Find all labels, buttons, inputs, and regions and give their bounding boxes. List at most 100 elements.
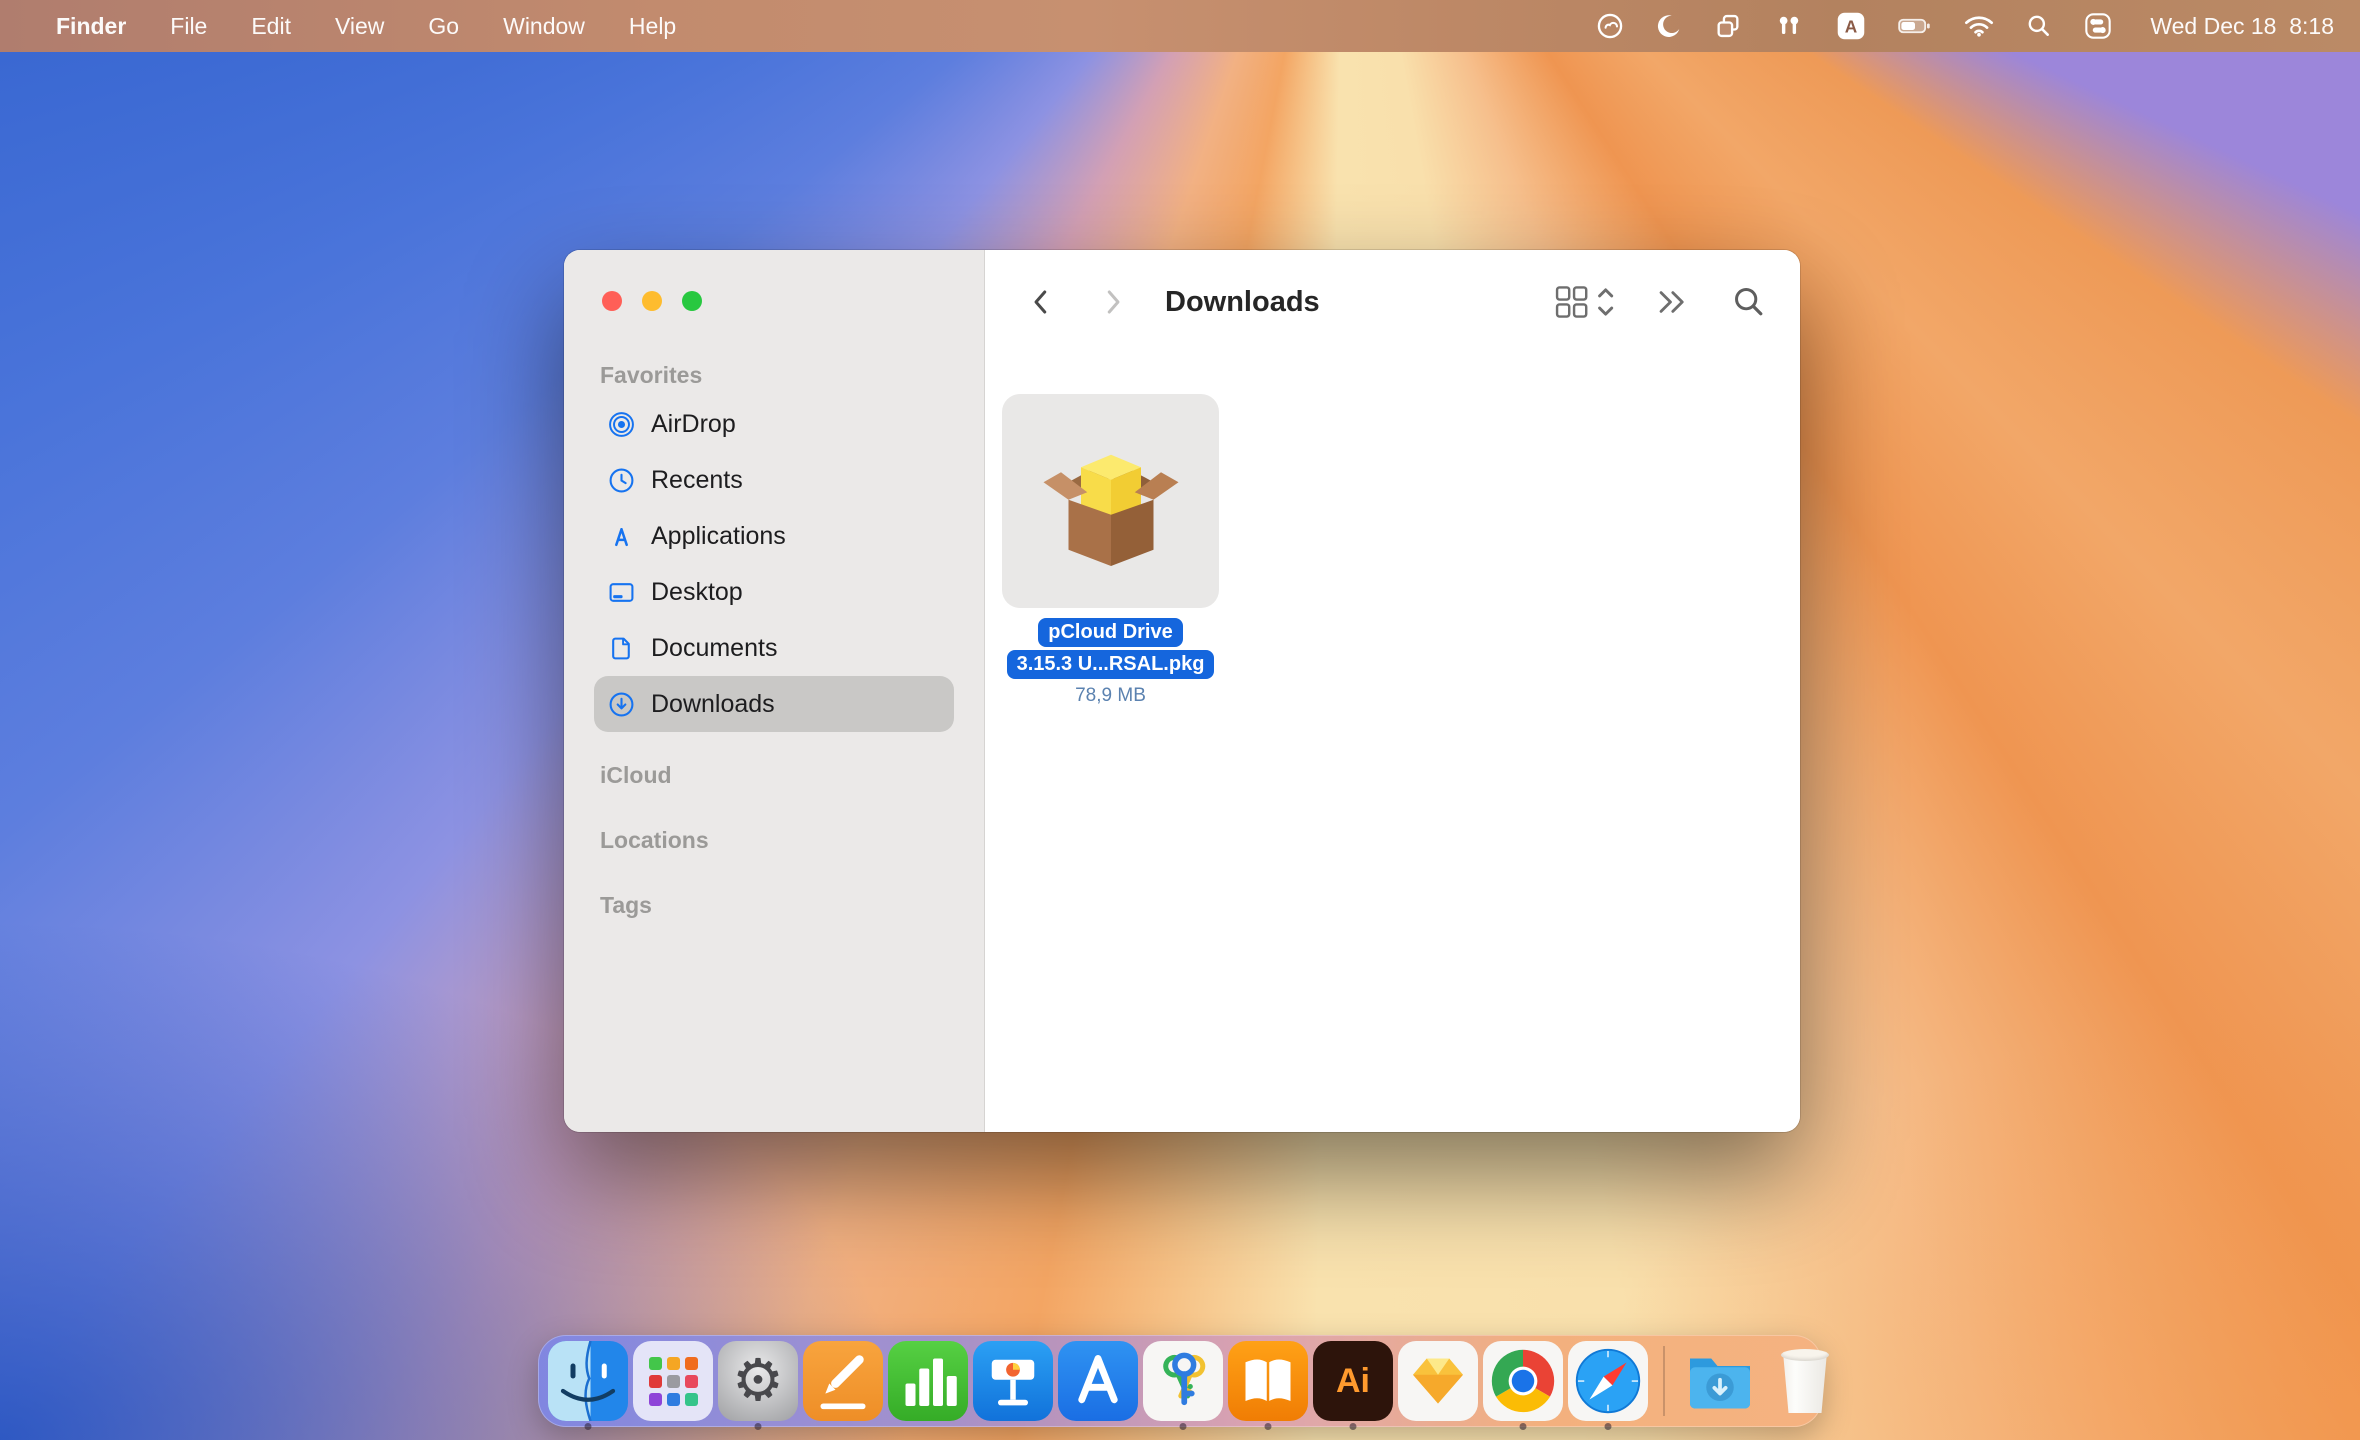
dock-item-illustrator[interactable]: Ai xyxy=(1313,1341,1393,1421)
finder-content: Downloads xyxy=(985,250,1800,1132)
sidebar-item-label: Downloads xyxy=(651,690,775,719)
close-button[interactable] xyxy=(602,291,622,311)
books-icon xyxy=(1228,1341,1308,1421)
safari-compass-icon xyxy=(1568,1341,1648,1421)
sidebar-item-label: Desktop xyxy=(651,578,743,607)
input-source-icon[interactable]: A xyxy=(1836,11,1866,41)
dock-item-sketch[interactable] xyxy=(1398,1341,1478,1421)
sidebar-item-recents[interactable]: Recents xyxy=(594,452,954,508)
menu-item-window[interactable]: Window xyxy=(481,13,607,40)
app-store-icon xyxy=(1058,1341,1138,1421)
dock-item-pages[interactable] xyxy=(803,1341,883,1421)
icon-view-area: pCloud Drive 3.15.3 U...RSAL.pkg 78,9 MB xyxy=(985,354,1800,1132)
finder-window: Favorites AirDrop Recents Applications D… xyxy=(564,250,1800,1132)
spotlight-search-icon[interactable] xyxy=(2026,13,2052,39)
window-layers-icon[interactable] xyxy=(1714,12,1742,40)
menu-item-view[interactable]: View xyxy=(313,13,406,40)
focus-moon-icon[interactable] xyxy=(1656,13,1682,39)
sidebar-item-airdrop[interactable]: AirDrop xyxy=(594,396,954,452)
airdrop-icon xyxy=(608,411,635,438)
menu-item-finder[interactable]: Finder xyxy=(34,13,148,40)
dock-item-chrome[interactable] xyxy=(1483,1341,1563,1421)
keynote-podium-icon xyxy=(973,1341,1053,1421)
finder-icon xyxy=(548,1341,628,1421)
menu-item-go[interactable]: Go xyxy=(406,13,481,40)
creative-cloud-icon[interactable] xyxy=(1596,12,1624,40)
desktop-icon xyxy=(608,579,635,606)
sidebar-item-label: AirDrop xyxy=(651,410,736,439)
sidebar-item-downloads[interactable]: Downloads xyxy=(594,676,954,732)
file-name-line1: pCloud Drive xyxy=(1038,618,1182,647)
more-toolbar-items-button[interactable] xyxy=(1654,287,1694,317)
menu-left: Finder File Edit View Go Window Help xyxy=(26,13,698,40)
sidebar-item-label: Recents xyxy=(651,466,743,495)
search-icon[interactable] xyxy=(1732,285,1766,319)
menu-status-area: A Wed Dec 18 8:18 xyxy=(1596,11,2334,41)
sidebar-item-label: Applications xyxy=(651,522,786,551)
download-circle-icon xyxy=(608,691,635,718)
input-source-letter: A xyxy=(1845,16,1858,36)
dock-item-launchpad[interactable] xyxy=(633,1341,713,1421)
dock-item-downloads-folder[interactable] xyxy=(1680,1341,1760,1421)
package-icon xyxy=(1036,426,1186,576)
dock-item-keynote[interactable] xyxy=(973,1341,1053,1421)
file-name-label: pCloud Drive 3.15.3 U...RSAL.pkg xyxy=(1002,618,1219,679)
menu-item-file[interactable]: File xyxy=(148,13,229,40)
locations-section-label[interactable]: Locations xyxy=(600,827,709,854)
app-store-a-icon xyxy=(608,523,635,550)
dock-item-safari[interactable] xyxy=(1568,1341,1648,1421)
illustrator-label: Ai xyxy=(1336,1362,1370,1401)
minimize-button[interactable] xyxy=(642,291,662,311)
sidebar-item-label: Documents xyxy=(651,634,777,663)
dock-item-numbers[interactable] xyxy=(888,1341,968,1421)
illustrator-icon: Ai xyxy=(1313,1341,1393,1421)
menu-item-edit[interactable]: Edit xyxy=(229,13,313,40)
dock-item-finder[interactable] xyxy=(548,1341,628,1421)
view-mode-button[interactable] xyxy=(1554,285,1616,319)
icloud-section-label[interactable]: iCloud xyxy=(600,762,672,789)
numbers-barchart-icon xyxy=(888,1341,968,1421)
finder-toolbar: Downloads xyxy=(985,250,1800,354)
traffic-lights xyxy=(602,291,702,311)
file-item-pcloud-pkg[interactable]: pCloud Drive 3.15.3 U...RSAL.pkg 78,9 MB xyxy=(1002,394,1219,707)
favorites-section-label: Favorites xyxy=(600,362,702,389)
pages-pen-icon xyxy=(803,1341,883,1421)
dock-divider xyxy=(1663,1346,1665,1416)
launchpad-icon xyxy=(633,1341,713,1421)
sidebar-item-desktop[interactable]: Desktop xyxy=(594,564,954,620)
dock: ⚙ xyxy=(538,1335,1822,1427)
sidebar-item-documents[interactable]: Documents xyxy=(594,620,954,676)
sidebar-item-applications[interactable]: Applications xyxy=(594,508,954,564)
finder-sidebar: Favorites AirDrop Recents Applications D… xyxy=(564,250,985,1132)
sketch-diamond-icon xyxy=(1398,1341,1478,1421)
file-thumbnail[interactable] xyxy=(1002,394,1219,608)
menu-bar: Finder File Edit View Go Window Help A xyxy=(0,0,2360,52)
dock-item-passwords[interactable] xyxy=(1143,1341,1223,1421)
airpods-icon[interactable] xyxy=(1774,12,1804,40)
back-button[interactable] xyxy=(1019,280,1063,324)
toolbar-right xyxy=(1554,285,1766,319)
window-title: Downloads xyxy=(1165,286,1320,319)
keychain-keys-icon xyxy=(1143,1341,1223,1421)
chrome-icon xyxy=(1483,1341,1563,1421)
battery-icon[interactable] xyxy=(1898,15,1932,37)
document-icon xyxy=(608,635,635,662)
favorites-list: AirDrop Recents Applications Desktop Doc… xyxy=(594,396,954,732)
dock-item-app-store[interactable] xyxy=(1058,1341,1138,1421)
file-name-line2: 3.15.3 U...RSAL.pkg xyxy=(1007,650,1215,679)
gear-icon: ⚙ xyxy=(718,1341,798,1421)
tags-section-label[interactable]: Tags xyxy=(600,892,652,919)
menu-clock[interactable]: Wed Dec 18 8:18 xyxy=(2150,13,2334,40)
control-center-icon[interactable] xyxy=(2084,12,2112,40)
zoom-button[interactable] xyxy=(682,291,702,311)
clock-icon xyxy=(608,467,635,494)
wifi-icon[interactable] xyxy=(1964,14,1994,38)
dock-item-system-settings[interactable]: ⚙ xyxy=(718,1341,798,1421)
downloads-folder-icon xyxy=(1680,1341,1760,1421)
dock-item-books[interactable] xyxy=(1228,1341,1308,1421)
forward-button[interactable] xyxy=(1091,280,1135,324)
file-size-text: 78,9 MB xyxy=(1002,685,1219,707)
trash-icon xyxy=(1780,1349,1830,1413)
menu-item-help[interactable]: Help xyxy=(607,13,698,40)
dock-item-trash[interactable] xyxy=(1765,1341,1845,1421)
